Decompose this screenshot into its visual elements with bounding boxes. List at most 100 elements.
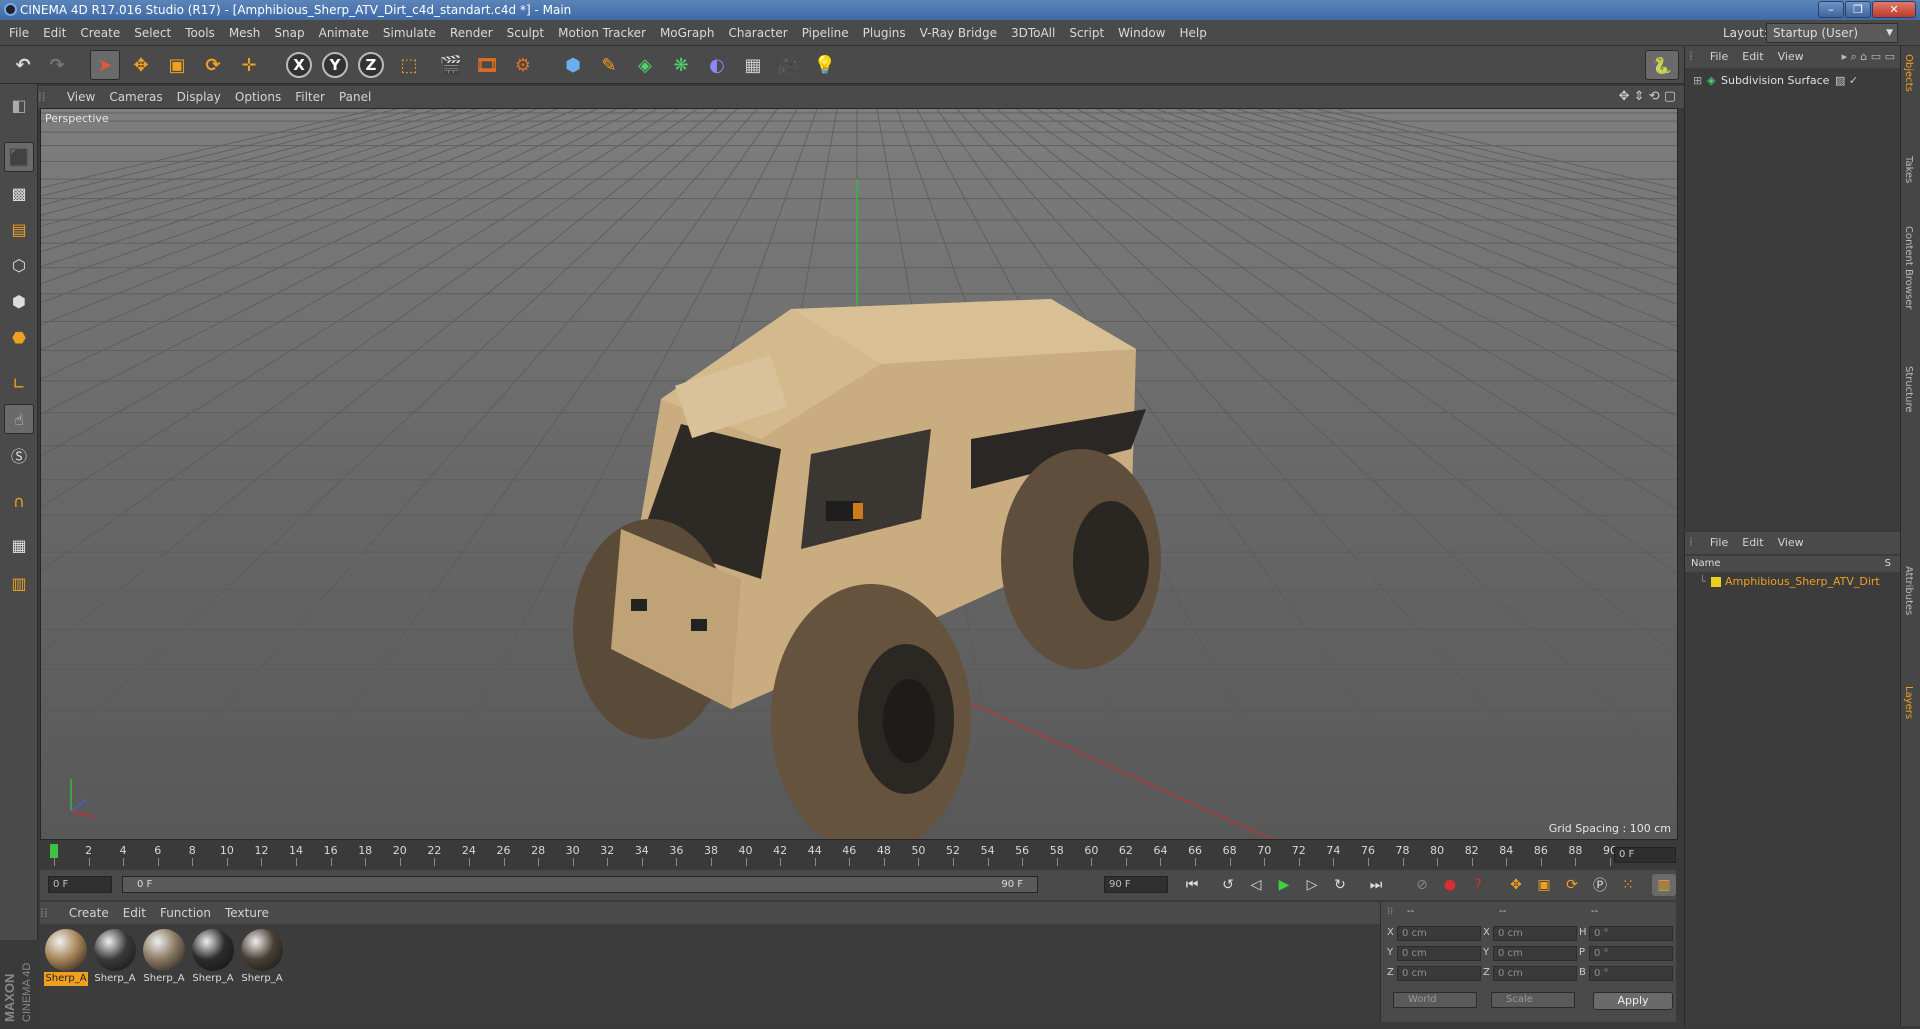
menu-simulate[interactable]: Simulate: [376, 20, 443, 46]
object-toolbar-icons[interactable]: ▸ ⌕ ⌂ ▭ ▭: [1842, 46, 1895, 68]
timeline-ruler[interactable]: 0246810121416182022242628303234363840424…: [40, 840, 1676, 870]
position-field[interactable]: 0 cm: [1397, 966, 1481, 981]
viewport-menu-options[interactable]: Options: [228, 86, 288, 108]
menu-3dtoall[interactable]: 3DToAll: [1004, 20, 1062, 46]
layer-row[interactable]: └ Amphibious_Sherp_ATV_Dirt: [1685, 574, 1901, 590]
layer-menu-edit[interactable]: Edit: [1735, 532, 1770, 554]
size-field[interactable]: 0 cm: [1493, 966, 1577, 981]
viewport-menu-display[interactable]: Display: [170, 86, 228, 108]
menu-v-ray-bridge[interactable]: V-Ray Bridge: [913, 20, 1004, 46]
go-to-start-icon[interactable]: ⏮: [1180, 874, 1204, 896]
menu-script[interactable]: Script: [1062, 20, 1111, 46]
apply-button[interactable]: Apply: [1593, 992, 1673, 1010]
cube-primitive-icon[interactable]: ⬢: [558, 50, 588, 80]
menu-render[interactable]: Render: [443, 20, 500, 46]
next-frame-icon[interactable]: ▷: [1300, 874, 1324, 896]
perspective-viewport[interactable]: Perspective Grid Spacing : 100 cm: [40, 108, 1678, 840]
key-scale-icon[interactable]: ▣: [1532, 874, 1556, 896]
position-field[interactable]: 0 cm: [1397, 946, 1481, 961]
side-tab-objects[interactable]: Objects: [1903, 54, 1914, 92]
go-to-end-icon[interactable]: ⏭: [1364, 874, 1388, 896]
close-button[interactable]: ✕: [1872, 1, 1916, 18]
menu-sculpt[interactable]: Sculpt: [500, 20, 551, 46]
material-swatch[interactable]: Sherp_A: [93, 928, 137, 990]
camera-icon[interactable]: 🎥: [774, 50, 804, 80]
coordinate-mode-select[interactable]: World: [1393, 992, 1477, 1008]
minimize-button[interactable]: –: [1818, 1, 1844, 18]
axis-mode-icon[interactable]: ∟: [4, 368, 34, 398]
workplane-mode-icon[interactable]: ▤: [4, 214, 34, 244]
select-pointer-icon[interactable]: ➤: [90, 50, 120, 80]
play-icon[interactable]: ▶: [1272, 874, 1296, 896]
side-tab-takes[interactable]: Takes: [1903, 156, 1914, 183]
viewport-nav-icons[interactable]: ✥ ⇕ ⟲ ▢: [1619, 86, 1676, 108]
tweak-mode-icon[interactable]: ☝: [4, 404, 34, 434]
current-frame-field[interactable]: 0 F: [1614, 847, 1676, 863]
floor-scene-icon[interactable]: ▦: [738, 50, 768, 80]
pen-spline-icon[interactable]: ✎: [594, 50, 624, 80]
menu-character[interactable]: Character: [721, 20, 794, 46]
key-parameter-icon[interactable]: Ⓟ: [1588, 874, 1612, 896]
rotation-field[interactable]: 0 °: [1589, 946, 1673, 961]
side-tab-attributes[interactable]: Attributes: [1903, 566, 1914, 615]
deformer-icon[interactable]: ◐: [702, 50, 732, 80]
material-menu-edit[interactable]: Edit: [116, 902, 153, 924]
key-position-icon[interactable]: ✥: [1504, 874, 1528, 896]
start-frame-field[interactable]: 0 F: [48, 876, 112, 893]
redo-icon[interactable]: ↷: [42, 50, 72, 80]
menu-plugins[interactable]: Plugins: [856, 20, 913, 46]
texture-mode-icon[interactable]: ▩: [4, 178, 34, 208]
y-axis-lock-button[interactable]: Y: [320, 50, 350, 80]
rotation-field[interactable]: 0 °: [1589, 926, 1673, 941]
menu-help[interactable]: Help: [1172, 20, 1213, 46]
object-menu-edit[interactable]: Edit: [1735, 46, 1770, 68]
previous-frame-icon[interactable]: ◁: [1244, 874, 1268, 896]
coordinate-system-icon[interactable]: ⬚: [394, 50, 424, 80]
material-swatch[interactable]: Sherp_A: [240, 928, 284, 990]
snap-icon[interactable]: Ⓢ: [4, 440, 34, 470]
model-mode-icon[interactable]: ⬛: [4, 142, 34, 172]
maximize-button[interactable]: ❐: [1845, 1, 1871, 18]
menu-mograph[interactable]: MoGraph: [653, 20, 722, 46]
rotation-field[interactable]: 0 °: [1589, 966, 1673, 981]
autokey-icon[interactable]: ?: [1466, 874, 1490, 896]
menu-mesh[interactable]: Mesh: [222, 20, 268, 46]
menu-edit[interactable]: Edit: [36, 20, 73, 46]
rotate-tool-icon[interactable]: ⟳: [198, 50, 228, 80]
next-key-icon[interactable]: ↻: [1328, 874, 1352, 896]
lock-workplane-icon[interactable]: ▦: [4, 530, 34, 560]
layer-menu-file[interactable]: File: [1703, 532, 1735, 554]
viewport-menu-cameras[interactable]: Cameras: [102, 86, 169, 108]
object-menu-view[interactable]: View: [1771, 46, 1811, 68]
end-frame-field[interactable]: 90 F: [1104, 876, 1168, 893]
viewport-menu-view[interactable]: View: [60, 86, 102, 108]
edges-mode-icon[interactable]: ⬢: [4, 286, 34, 316]
make-editable-icon[interactable]: ◧: [4, 90, 34, 120]
menu-animate[interactable]: Animate: [312, 20, 376, 46]
undo-icon[interactable]: ↶: [8, 50, 38, 80]
python-icon[interactable]: 🐍: [1645, 50, 1679, 80]
key-rotation-icon[interactable]: ⟳: [1560, 874, 1584, 896]
visibility-check-icon[interactable]: ▨ ✓: [1835, 72, 1858, 90]
live-selection-icon[interactable]: ✛: [234, 50, 264, 80]
frame-range-slider[interactable]: 0 F 90 F: [122, 876, 1038, 893]
coordinate-scale-select[interactable]: Scale: [1491, 992, 1575, 1008]
previous-key-icon[interactable]: ↺: [1216, 874, 1240, 896]
size-field[interactable]: 0 cm: [1493, 946, 1577, 961]
layer-menu-view[interactable]: View: [1771, 532, 1811, 554]
playhead-marker[interactable]: [50, 844, 58, 858]
material-menu-texture[interactable]: Texture: [218, 902, 276, 924]
z-axis-lock-button[interactable]: Z: [356, 50, 386, 80]
menu-pipeline[interactable]: Pipeline: [795, 20, 856, 46]
planar-workplane-icon[interactable]: ▥: [4, 568, 34, 598]
render-view-icon[interactable]: 🎬: [436, 50, 466, 80]
menu-tools[interactable]: Tools: [178, 20, 222, 46]
side-tab-structure[interactable]: Structure: [1903, 366, 1914, 413]
motion-record-icon[interactable]: ⊘: [1410, 874, 1434, 896]
scale-tool-icon[interactable]: ▣: [162, 50, 192, 80]
menu-window[interactable]: Window: [1111, 20, 1172, 46]
object-menu-file[interactable]: File: [1703, 46, 1735, 68]
subdivision-surface-icon[interactable]: ◈: [630, 50, 660, 80]
menu-motion-tracker[interactable]: Motion Tracker: [551, 20, 653, 46]
record-active-icon[interactable]: ●: [1438, 874, 1462, 896]
